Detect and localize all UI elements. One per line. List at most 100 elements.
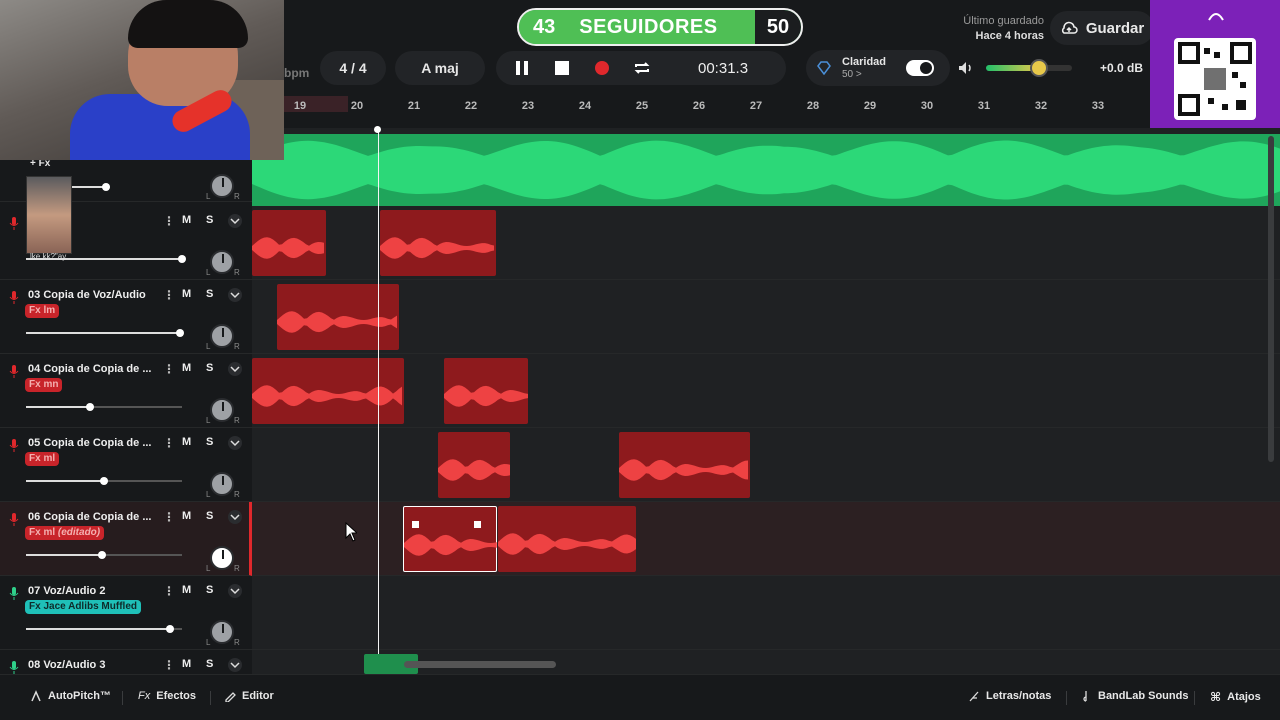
- timeline[interactable]: [252, 128, 1280, 674]
- track-header[interactable]: 04 Copia de Copia de ... ⋮ M S Fx mn L R: [0, 354, 252, 428]
- loop-button[interactable]: [632, 58, 652, 78]
- shortcuts-button[interactable]: ⌘ Atajos: [1210, 690, 1261, 704]
- pause-button[interactable]: [512, 58, 532, 78]
- clip-handle-right[interactable]: [474, 521, 481, 528]
- fx-tag[interactable]: Fx mn: [25, 378, 63, 392]
- pan-knob[interactable]: [210, 324, 234, 348]
- track-header[interactable]: 03 Copia de Voz/Audio ⋮ M S Fx lm L R: [0, 280, 252, 354]
- stop-button[interactable]: [552, 58, 572, 78]
- track-name[interactable]: 04 Copia de Copia de ...: [28, 363, 156, 375]
- solo-button[interactable]: S: [206, 658, 213, 670]
- mute-button[interactable]: M: [182, 214, 191, 226]
- autopitch-button[interactable]: AutoPitch™: [30, 690, 111, 702]
- solo-button[interactable]: S: [206, 288, 213, 300]
- more-options-icon[interactable]: ⋮: [163, 510, 175, 524]
- fx-tag[interactable]: Fx Jace Adlibs Muffled: [25, 600, 141, 614]
- pan-knob[interactable]: [210, 472, 234, 496]
- mute-button[interactable]: M: [182, 436, 191, 448]
- lyrics-button[interactable]: Letras/notas: [968, 690, 1051, 702]
- claridad-panel[interactable]: Claridad 50 >: [806, 50, 950, 86]
- pan-knob[interactable]: [210, 174, 234, 198]
- solo-button[interactable]: S: [206, 362, 213, 374]
- solo-button[interactable]: S: [206, 214, 213, 226]
- volume-handle[interactable]: [102, 183, 110, 191]
- speaker-icon[interactable]: [958, 61, 974, 75]
- master-waveform[interactable]: [252, 134, 1280, 206]
- effects-button[interactable]: Fx Efectos: [138, 690, 196, 702]
- track-name[interactable]: 03 Copia de Voz/Audio: [28, 289, 156, 301]
- solo-button[interactable]: S: [206, 510, 213, 522]
- bandlab-sounds-button[interactable]: BandLab Sounds: [1080, 690, 1188, 702]
- audio-clip[interactable]: [252, 358, 404, 424]
- save-button[interactable]: Guardar: [1050, 11, 1154, 45]
- record-button[interactable]: [592, 58, 612, 78]
- selected-audio-clip[interactable]: [403, 506, 497, 572]
- track-name[interactable]: 06 Copia de Copia de ...: [28, 511, 156, 523]
- master-volume-knob[interactable]: [1030, 59, 1049, 77]
- volume-handle[interactable]: [100, 477, 108, 485]
- mute-button[interactable]: M: [182, 288, 191, 300]
- chevron-down-icon[interactable]: [228, 510, 242, 524]
- audio-clip[interactable]: [277, 284, 399, 350]
- volume-handle[interactable]: [86, 403, 94, 411]
- horizontal-scrollbar[interactable]: [404, 661, 556, 668]
- volume-handle[interactable]: [176, 329, 184, 337]
- fx-tag[interactable]: Fx lm: [25, 304, 60, 318]
- time-signature[interactable]: 4 / 4: [320, 51, 386, 85]
- audio-clip[interactable]: [380, 210, 496, 276]
- more-options-icon[interactable]: ⋮: [163, 214, 175, 228]
- track-header[interactable]: 06 Copia de Copia de ... ⋮ M S Fx ml (editad…: [0, 502, 252, 576]
- solo-button[interactable]: S: [206, 436, 213, 448]
- track-header[interactable]: 07 Voz/Audio 2 ⋮ M S Fx Jace Adlibs Muffled L…: [0, 576, 252, 650]
- track-header[interactable]: 05 Copia de Copia de ... ⋮ M S Fx ml L R: [0, 428, 252, 502]
- volume-slider[interactable]: [26, 477, 182, 485]
- fx-tag[interactable]: Fx ml: [25, 452, 60, 466]
- track-name[interactable]: 07 Voz/Audio 2: [28, 585, 156, 597]
- audio-clip[interactable]: [438, 432, 510, 498]
- chevron-down-icon[interactable]: [228, 214, 242, 228]
- chevron-down-icon[interactable]: [228, 658, 242, 672]
- volume-slider[interactable]: [26, 551, 182, 559]
- pan-knob[interactable]: [210, 398, 234, 422]
- fx-tag[interactable]: Fx ml (editado): [25, 526, 105, 540]
- more-options-icon[interactable]: ⋮: [163, 584, 175, 598]
- pan-knob[interactable]: [210, 250, 234, 274]
- audio-clip[interactable]: [252, 210, 326, 276]
- vertical-scrollbar[interactable]: [1268, 136, 1274, 462]
- more-options-icon[interactable]: ⋮: [163, 362, 175, 376]
- mute-button[interactable]: M: [182, 658, 191, 670]
- volume-handle[interactable]: [166, 625, 174, 633]
- pan-knob[interactable]: [210, 546, 234, 570]
- more-options-icon[interactable]: ⋮: [163, 436, 175, 450]
- playhead[interactable]: [378, 128, 379, 674]
- volume-handle[interactable]: [98, 551, 106, 559]
- key-selector[interactable]: A maj: [395, 51, 485, 85]
- audio-clip[interactable]: [498, 506, 636, 572]
- chevron-down-icon[interactable]: [228, 584, 242, 598]
- volume-handle[interactable]: [178, 255, 186, 263]
- editor-button[interactable]: Editor: [224, 690, 274, 702]
- chevron-down-icon[interactable]: [228, 288, 242, 302]
- volume-slider[interactable]: [26, 403, 182, 411]
- track-name[interactable]: 08 Voz/Audio 3: [28, 659, 156, 671]
- claridad-toggle[interactable]: [906, 60, 935, 76]
- pan-knob[interactable]: [210, 620, 234, 644]
- timeline-ruler[interactable]: 19 20 21 22 23 24 25 26 27 28 29 30 31 32 33: [284, 96, 1150, 120]
- audio-clip[interactable]: [619, 432, 750, 498]
- track-name[interactable]: 05 Copia de Copia de ...: [28, 437, 156, 449]
- mute-button[interactable]: M: [182, 584, 191, 596]
- chevron-down-icon[interactable]: [228, 362, 242, 376]
- more-options-icon[interactable]: ⋮: [163, 288, 175, 302]
- master-volume-slider[interactable]: [986, 59, 1072, 77]
- mute-button[interactable]: M: [182, 362, 191, 374]
- volume-slider[interactable]: [26, 625, 182, 633]
- bpm-label[interactable]: bpm: [284, 56, 309, 90]
- volume-slider[interactable]: [26, 329, 184, 337]
- solo-button[interactable]: S: [206, 584, 213, 596]
- audio-clip[interactable]: [444, 358, 528, 424]
- clip-handle-left[interactable]: [412, 521, 419, 528]
- playhead-marker[interactable]: [374, 126, 381, 133]
- more-options-icon[interactable]: ⋮: [163, 658, 175, 672]
- chevron-down-icon[interactable]: [228, 436, 242, 450]
- mute-button[interactable]: M: [182, 510, 191, 522]
